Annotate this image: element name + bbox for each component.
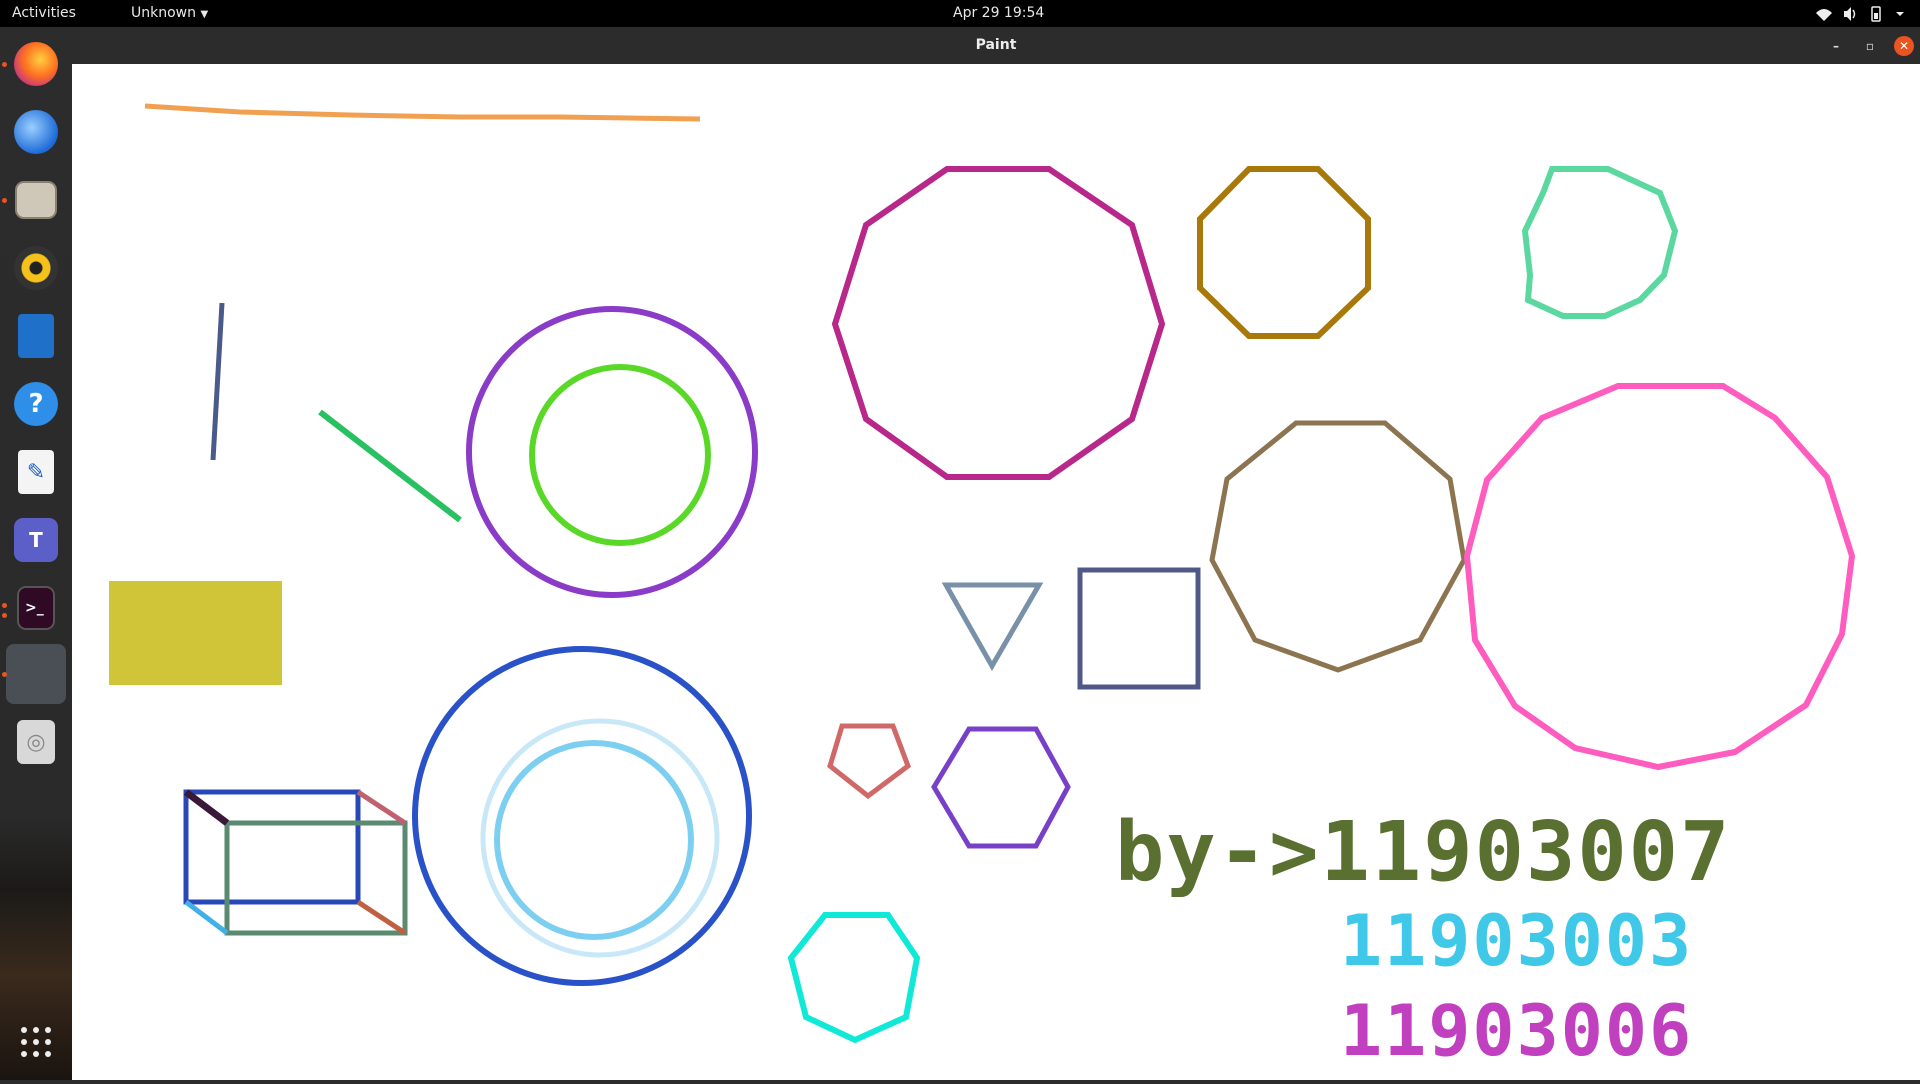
purple-circle <box>466 306 758 598</box>
show-apps-button[interactable] <box>6 1012 66 1072</box>
dock-item-paint[interactable] <box>6 644 66 704</box>
dock-item-writer[interactable] <box>6 306 66 366</box>
blue-circle <box>412 646 752 986</box>
magenta-decagon <box>831 166 1166 480</box>
close-button[interactable]: ✕ <box>1894 36 1914 56</box>
paint-icon <box>14 652 58 696</box>
help-icon: ? <box>14 382 58 426</box>
disc-icon: ◎ <box>17 720 55 764</box>
chevron-down-icon <box>1896 12 1904 16</box>
battery-icon <box>1871 6 1881 22</box>
show-apps-icon <box>21 1027 51 1057</box>
minimize-button[interactable]: – <box>1826 36 1846 56</box>
dock-item-files[interactable] <box>6 170 66 230</box>
close-icon: ✕ <box>1898 39 1910 53</box>
firefox-icon <box>14 42 58 86</box>
orange-line-stroke <box>144 103 701 122</box>
running-indicator <box>2 603 7 608</box>
dock-item-rhythmbox[interactable] <box>6 238 66 298</box>
mint-polygon <box>1521 166 1679 319</box>
terminal-icon: >_ <box>17 586 55 630</box>
app-menu[interactable]: Unknown ▼ <box>131 5 208 21</box>
handwritten-text-block: by->11903007 11903003 11903006 <box>1115 805 1731 1072</box>
clock[interactable]: Apr 29 19:54 <box>953 5 1044 21</box>
running-indicator <box>2 613 7 618</box>
teams-icon: T <box>14 518 58 562</box>
green-line-stroke <box>318 409 462 523</box>
gray-triangle <box>941 582 1044 672</box>
dock-item-help[interactable]: ? <box>6 374 66 434</box>
violet-hexagon <box>931 726 1071 849</box>
dock-item-disc[interactable]: ◎ <box>6 712 66 772</box>
brown-octagon <box>1197 166 1371 339</box>
writer-icon <box>18 314 54 358</box>
pale-sky-circle <box>480 718 720 958</box>
pink-polygon <box>1463 383 1856 771</box>
cyan-heptagon <box>787 912 921 1044</box>
dock-item-thunderbird[interactable] <box>6 102 66 162</box>
dock-item-firefox[interactable] <box>6 34 66 94</box>
activities-button[interactable]: Activities <box>12 5 76 21</box>
window-titlebar[interactable]: Paint – ▫ ✕ <box>72 27 1920 65</box>
running-indicator <box>2 672 7 677</box>
thunderbird-icon <box>14 110 58 154</box>
text-line-3: 11903006 <box>1340 990 1693 1072</box>
drawing-canvas[interactable]: by->11903007 11903003 11903006 <box>72 64 1920 1080</box>
green-circle <box>529 364 711 546</box>
volume-icon <box>1844 7 1856 21</box>
khaki-polygon <box>1209 420 1467 673</box>
slate-square <box>1077 567 1201 690</box>
coral-pentagon <box>827 723 911 800</box>
yellow-rectangle <box>109 581 282 685</box>
system-menu[interactable] <box>1810 4 1915 24</box>
maximize-button[interactable]: ▫ <box>1860 36 1880 56</box>
minimize-icon: – <box>1833 39 1839 53</box>
rhythmbox-icon <box>14 246 58 290</box>
files-icon <box>15 181 57 219</box>
dock-item-terminal[interactable]: >_ <box>6 578 66 638</box>
cube-drawing <box>183 789 408 936</box>
running-indicator <box>2 198 7 203</box>
top-bar: Activities Unknown ▼ Apr 29 19:54 <box>0 0 1920 27</box>
text-editor-icon: ✎ <box>18 450 54 494</box>
dock: ? ✎ T >_ ◎ <box>0 27 72 1080</box>
text-line-2: 11903003 <box>1340 900 1693 982</box>
wifi-icon <box>1816 9 1832 21</box>
sky-circle <box>494 740 694 940</box>
restore-icon: ▫ <box>1865 39 1875 53</box>
dock-item-teams[interactable]: T <box>6 510 66 570</box>
text-line-1: by->11903007 <box>1115 805 1731 900</box>
app-menu-label: Unknown <box>131 5 196 21</box>
dock-item-text-editor[interactable]: ✎ <box>6 442 66 502</box>
running-indicator <box>2 62 7 67</box>
slate-line-stroke <box>210 302 225 461</box>
window-title: Paint <box>975 37 1017 53</box>
chevron-down-icon: ▼ <box>200 9 209 20</box>
